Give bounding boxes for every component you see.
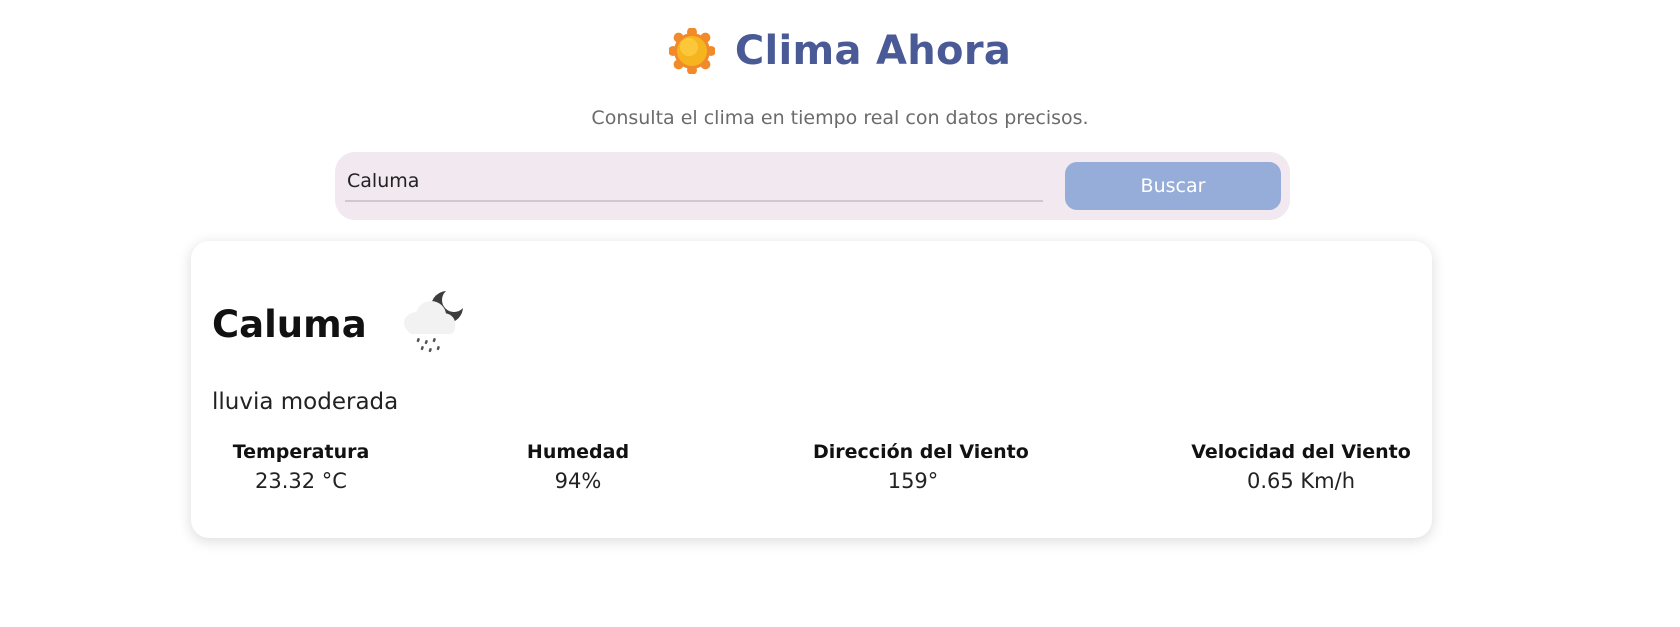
- metric-label: Humedad: [526, 441, 630, 463]
- metric-label: Velocidad del Viento: [1191, 441, 1411, 463]
- page-subtitle: Consulta el clima en tiempo real con dat…: [591, 107, 1089, 129]
- app-header: Clima Ahora: [0, 28, 1680, 74]
- metric-label: Temperatura: [232, 441, 370, 463]
- search-button[interactable]: Buscar: [1065, 162, 1281, 210]
- search-bar: Buscar: [335, 152, 1290, 220]
- metric-wind-speed: Velocidad del Viento 0.65 Km/h: [1191, 441, 1411, 493]
- metric-humidity: Humedad 94%: [518, 441, 638, 493]
- city-name: Caluma: [212, 302, 367, 346]
- metric-value: 23.32 °C: [255, 469, 347, 493]
- rain-night-cloud-icon: [403, 288, 466, 353]
- metric-value: 94%: [554, 469, 602, 493]
- weather-condition: lluvia moderada: [212, 389, 399, 415]
- metric-wind-direction: Dirección del Viento 159°: [813, 441, 1029, 493]
- metric-value: 159°: [887, 469, 939, 493]
- metric-value: 0.65 Km/h: [1246, 469, 1356, 493]
- city-search-input[interactable]: [345, 162, 1043, 202]
- weather-card: Caluma lluvia moderada Temperatura 23.32…: [191, 241, 1432, 538]
- city-row: Caluma: [212, 288, 471, 359]
- metric-temperature: Temperatura 23.32 °C: [231, 441, 371, 493]
- metric-label: Dirección del Viento: [813, 441, 1029, 463]
- app-title: Clima Ahora: [734, 28, 1012, 74]
- sun-icon: [668, 28, 715, 74]
